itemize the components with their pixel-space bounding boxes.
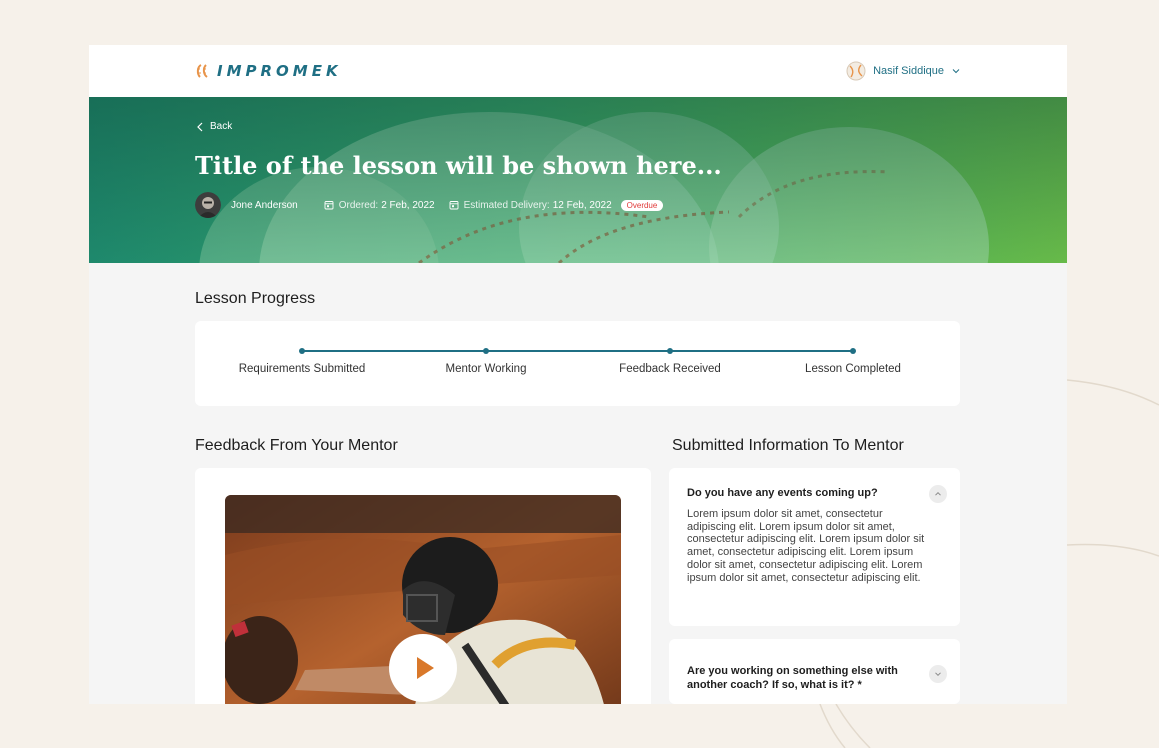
lesson-hero: Back Title of the lesson will be shown h… (89, 97, 1067, 263)
calendar-icon (449, 201, 459, 210)
expand-button[interactable] (929, 665, 947, 683)
baseball-logo-icon (196, 64, 208, 78)
lesson-title: Title of the lesson will be shown here..… (195, 151, 722, 180)
submitted-info-heading: Submitted Information To Mentor (672, 437, 904, 454)
step-requirements-submitted: Requirements Submitted (238, 363, 366, 375)
logo[interactable]: IMPROMEK (195, 62, 342, 80)
ordered-value: 2 Feb, 2022 (381, 199, 435, 211)
brand-name: IMPROMEK (217, 62, 342, 80)
lesson-progress-card: Requirements Submitted Mentor Working Fe… (195, 321, 960, 406)
top-bar: IMPROMEK Nasif Siddique (89, 45, 1067, 97)
feedback-card (195, 468, 651, 704)
app-window: IMPROMEK Nasif Siddique Back Title of th… (89, 45, 1067, 704)
user-name: Nasif Siddique (873, 65, 944, 77)
user-avatar-baseball-icon (846, 61, 866, 81)
accordion-question[interactable]: Do you have any events coming up? (687, 486, 919, 500)
feedback-video[interactable] (225, 495, 621, 704)
play-icon (417, 657, 434, 679)
chevron-left-icon (197, 122, 203, 131)
accordion-item-events: Do you have any events coming up? Lorem … (669, 468, 960, 626)
ordered-date: Ordered: 2 Feb, 2022 (324, 200, 435, 211)
delivery-value: 12 Feb, 2022 (552, 199, 612, 211)
back-label: Back (210, 121, 233, 132)
lesson-meta: Jone Anderson Ordered: 2 Feb, 2022 Estim… (195, 192, 664, 218)
delivery-label: Estimated Delivery: (463, 199, 550, 211)
accordion-item-other-coach: Are you working on something else with a… (669, 639, 960, 704)
step-lesson-completed: Lesson Completed (805, 363, 901, 375)
mentor-avatar (195, 192, 221, 218)
chevron-down-icon (952, 69, 960, 74)
user-menu[interactable]: Nasif Siddique (846, 61, 961, 81)
chevron-down-icon (935, 672, 941, 677)
step-dot-feedback (667, 348, 673, 354)
step-feedback-received: Feedback Received (619, 363, 721, 375)
estimated-delivery: Estimated Delivery: 12 Feb, 2022 (449, 200, 612, 211)
step-dot-completed (850, 348, 856, 354)
play-button[interactable] (389, 634, 457, 702)
status-badge: Overdue (620, 199, 664, 211)
mentor-photo (195, 192, 221, 218)
back-link[interactable]: Back (196, 121, 232, 132)
calendar-icon (324, 201, 334, 210)
lesson-progress-heading: Lesson Progress (195, 290, 316, 307)
hero-baseballs-image (89, 97, 1067, 263)
accordion-answer: Lorem ipsum dolor sit amet, consectetur … (687, 508, 925, 584)
mentor-name: Jone Anderson (231, 199, 298, 211)
step-mentor-working: Mentor Working (445, 363, 527, 375)
ordered-label: Ordered: (338, 199, 379, 211)
step-dot-mentor-working (483, 348, 489, 354)
chevron-up-icon (935, 491, 941, 496)
accordion-question[interactable]: Are you working on something else with a… (687, 664, 919, 692)
collapse-button[interactable] (929, 485, 947, 503)
feedback-heading: Feedback From Your Mentor (195, 437, 398, 454)
step-dot-requirements (299, 348, 305, 354)
